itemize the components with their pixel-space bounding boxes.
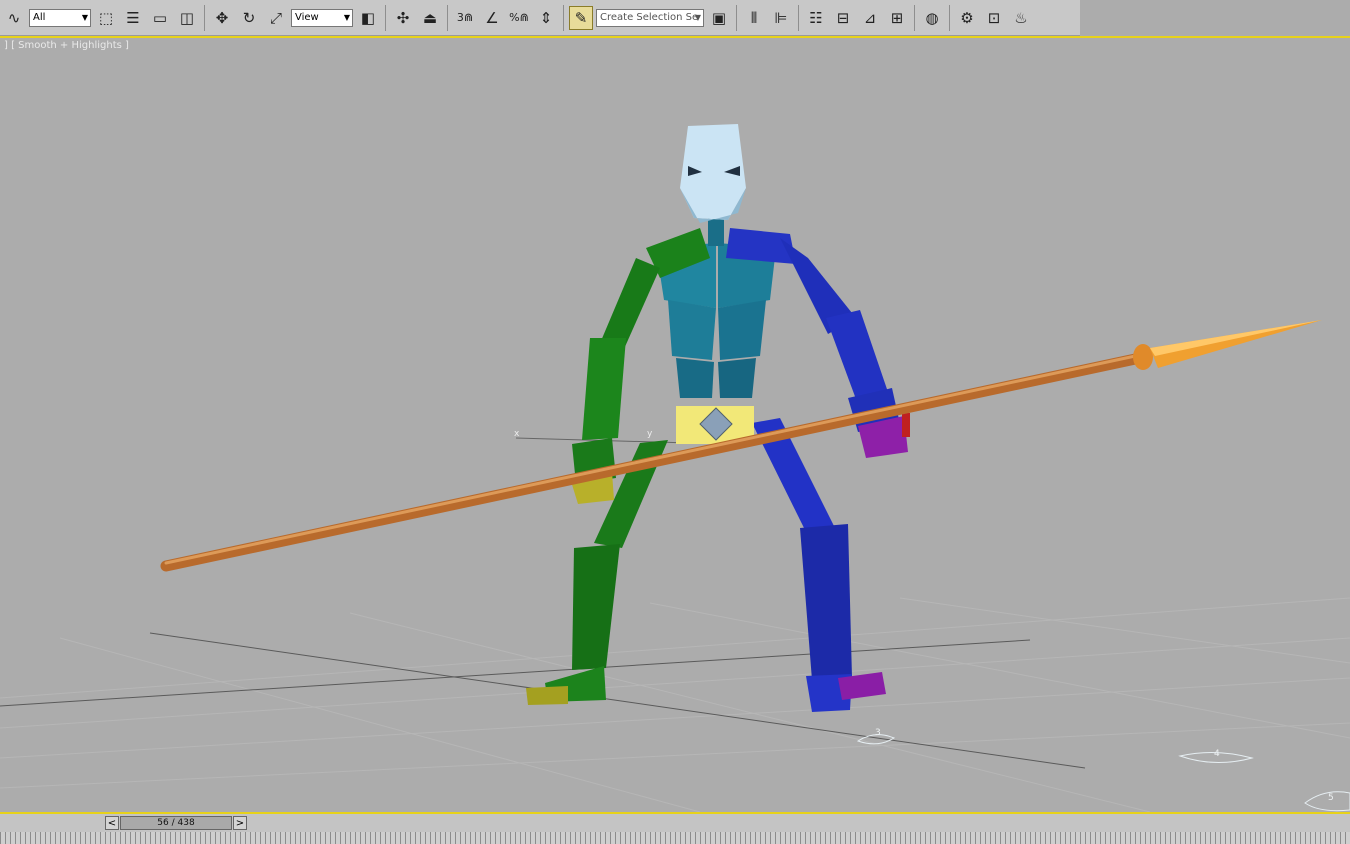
gizmo-y-label: y (647, 429, 653, 439)
material-editor-icon[interactable]: ◍ (920, 6, 944, 30)
toolbar-separator (914, 4, 915, 31)
pivot-center-icon[interactable]: ◧ (356, 6, 380, 30)
curve-editor-icon[interactable]: ⊿ (858, 6, 882, 30)
footstep-number-4: 4 (1214, 749, 1220, 759)
viewport-scene: 3 4 5 x y (0, 124, 1350, 813)
toolbar-separator (204, 4, 205, 31)
rendered-frame-icon[interactable]: ⊡ (982, 6, 1006, 30)
left-toe[interactable] (526, 686, 568, 705)
toolbar-separator (563, 4, 564, 31)
selection-filter-value: All (33, 12, 46, 23)
select-by-name-icon[interactable]: ☰ (121, 6, 145, 30)
footstep-number-5: 5 (1328, 793, 1334, 803)
neck[interactable] (708, 218, 724, 246)
spear-shaft[interactable] (160, 352, 1146, 572)
mid-torso-left[interactable] (668, 300, 716, 360)
reference-coordinate-value: View (295, 12, 319, 23)
time-slider-bar: < 56 / 438 > (0, 814, 1350, 844)
selection-filter-dropdown[interactable]: All ▼ (29, 8, 91, 27)
named-selection-dropdown[interactable]: Create Selection Se ▼ (596, 8, 704, 27)
chevron-down-icon: ▼ (81, 12, 88, 22)
reference-coordinate-dropdown[interactable]: View ▼ (291, 8, 353, 27)
toolbar-separator (447, 4, 448, 31)
curve-icon[interactable]: ∿ (2, 6, 26, 30)
chevron-down-icon: ▼ (694, 12, 701, 22)
track-bar[interactable] (0, 832, 1350, 844)
time-slider-next-button[interactable]: > (233, 816, 247, 830)
render-setup-icon[interactable]: ⚙ (955, 6, 979, 30)
angle-snap-icon[interactable]: ∠ (480, 6, 504, 30)
viewport-label[interactable]: ] [ Smooth + Highlights ] (4, 40, 129, 51)
percent-snap-icon[interactable]: % ⋒ (507, 6, 531, 30)
left-calf[interactable] (572, 544, 620, 670)
right-calf[interactable] (800, 524, 852, 680)
toolbar-separator (949, 4, 950, 31)
ground-grid (0, 597, 1350, 813)
rotate-icon[interactable]: ↻ (237, 6, 261, 30)
left-forearm[interactable] (582, 338, 626, 440)
rectangle-selection-icon[interactable]: ▭ (148, 6, 172, 30)
toolbar-separator (798, 4, 799, 31)
chevron-down-icon: ▼ (343, 12, 350, 22)
schematic-view-icon[interactable]: ⊞ (885, 6, 909, 30)
lower-torso-right[interactable] (718, 358, 756, 398)
right-hand-marker (902, 413, 910, 437)
spear-collar[interactable] (1133, 344, 1153, 370)
spear-tip-highlight (1150, 320, 1322, 356)
time-slider-prev-button[interactable]: < (105, 816, 119, 830)
select-object-icon[interactable]: ⬚ (94, 6, 118, 30)
snap-toggle-icon[interactable]: 3 ⋒ (453, 6, 477, 30)
select-manipulate-icon[interactable]: ✣ (391, 6, 415, 30)
window-crossing-icon[interactable]: ◫ (175, 6, 199, 30)
lower-torso-left[interactable] (676, 358, 714, 398)
align-icon[interactable]: ⊫ (769, 6, 793, 30)
isolate-selection-icon[interactable]: ▣ (707, 6, 731, 30)
toolbar-separator (385, 4, 386, 31)
percent-snap-label: % (509, 11, 520, 24)
named-selection-value: Create Selection Se (600, 12, 699, 23)
layer-manager-icon[interactable]: ☷ (804, 6, 828, 30)
perspective-viewport[interactable]: ] [ Smooth + Highlights ] 3 4 5 x y (0, 38, 1350, 813)
time-slider-thumb[interactable]: 56 / 438 (120, 816, 232, 830)
scale-icon[interactable]: ⤢ (264, 6, 288, 30)
toolbar-empty-area (1080, 0, 1350, 36)
mirror-icon[interactable]: ⫴ (742, 6, 766, 30)
render-teapot-icon[interactable]: ♨ (1009, 6, 1033, 30)
move-icon[interactable]: ✥ (210, 6, 234, 30)
snap-label: 3 (456, 11, 464, 24)
graphite-ribbon-icon[interactable]: ⊟ (831, 6, 855, 30)
mid-torso-right[interactable] (718, 300, 766, 360)
gizmo-x-label: x (514, 429, 520, 439)
main-toolbar: ∿ All ▼ ⬚ ☰ ▭ ◫ ✥ ↻ ⤢ View ▼ ◧ ✣ ⏏ 3 ⋒ ∠ % ⋒… (0, 0, 1080, 36)
spear-shaft-highlight (164, 353, 1142, 565)
edit-named-selection-icon[interactable]: ✎ (569, 5, 593, 30)
spinner-snap-icon[interactable]: ⇕ (534, 6, 558, 30)
keyboard-shortcut-icon[interactable]: ⏏ (418, 6, 442, 30)
footstep-number-3: 3 (875, 728, 881, 738)
toolbar-separator (736, 4, 737, 31)
